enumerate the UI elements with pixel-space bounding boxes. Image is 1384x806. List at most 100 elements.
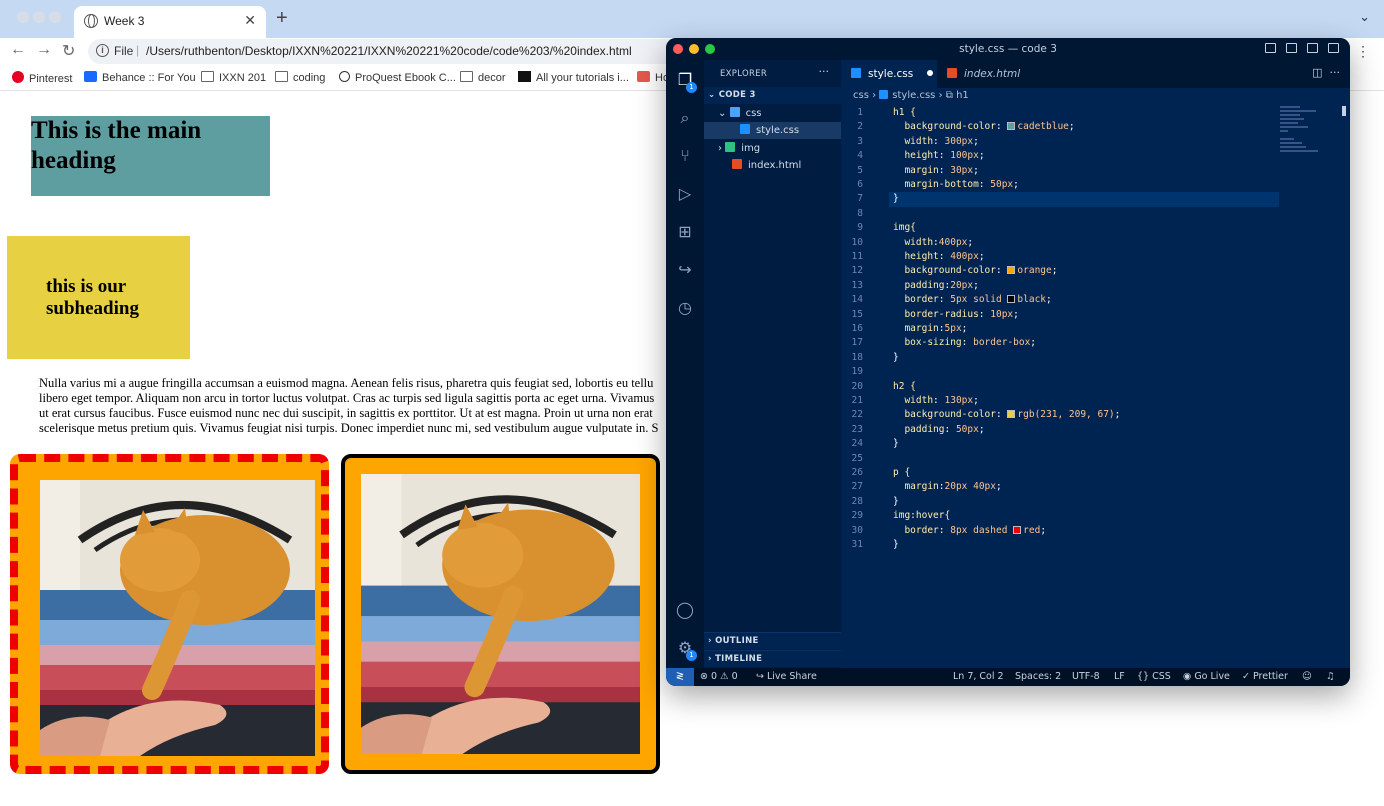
close-window-button[interactable]	[673, 44, 683, 54]
reload-icon[interactable]: ↻	[62, 41, 75, 61]
notifications-bell-icon[interactable]: ♫	[1326, 668, 1335, 686]
code-line: h1 {	[893, 107, 916, 118]
remote-indicator-icon[interactable]: ≷	[666, 668, 694, 686]
color-swatch-icon[interactable]	[1007, 266, 1016, 275]
cursor-position[interactable]: Ln 7, Col 2	[953, 668, 1004, 686]
line-number: 1	[857, 107, 863, 118]
customize-layout-icon[interactable]	[1328, 43, 1339, 53]
end-of-line[interactable]: LF	[1114, 668, 1125, 686]
tree-item-index-html[interactable]: index.html	[704, 157, 841, 174]
code-line: h2 {	[893, 380, 916, 392]
cat-photo-illustration	[361, 474, 640, 754]
folder-icon	[729, 107, 740, 117]
bookmark-coding[interactable]: coding	[275, 71, 325, 84]
image-folder-icon	[725, 142, 736, 152]
url-text[interactable]: /Users/ruthbenton/Desktop/IXXN%20221/IXX…	[146, 44, 632, 58]
account-icon[interactable]: ◯	[675, 600, 695, 620]
go-live-button[interactable]: ◉ Go Live	[1183, 668, 1230, 686]
minimap[interactable]	[1280, 104, 1340, 164]
tree-item-css-folder[interactable]: ⌄ css	[704, 105, 841, 122]
indentation[interactable]: Spaces: 2	[1015, 668, 1061, 686]
live-share-button[interactable]: ↪ Live Share	[756, 668, 817, 686]
live-share-icon[interactable]: ↪	[675, 260, 695, 280]
color-swatch-icon[interactable]	[1007, 410, 1016, 419]
project-section[interactable]: ⌄ CODE 3	[704, 87, 841, 104]
bookmark-ixxn201[interactable]: IXXN 201	[201, 71, 266, 84]
tab-style-css[interactable]: style.css	[841, 60, 937, 88]
problems-indicator[interactable]: ⊗ 0 ⚠ 0	[700, 668, 738, 686]
line-number: 19	[851, 366, 863, 378]
forward-arrow-icon[interactable]: →	[36, 41, 52, 59]
timeline-section[interactable]: › TIMELINE	[704, 650, 841, 667]
live-share-icon: ↪	[756, 671, 767, 682]
line-number: 9	[857, 222, 863, 234]
minimize-window-button[interactable]	[689, 44, 699, 54]
color-swatch-icon[interactable]	[1007, 295, 1016, 304]
bookmark-ho[interactable]: Ho	[637, 71, 669, 84]
unsaved-dot-icon[interactable]	[927, 70, 934, 76]
explorer-more-icon[interactable]: ···	[819, 65, 830, 78]
code-line: box-sizing: border-box;	[893, 337, 1037, 349]
css-file-icon	[740, 124, 750, 134]
tree-item-style-css[interactable]: style.css	[704, 122, 841, 139]
bookmark-proquest[interactable]: ProQuest Ebook C...	[339, 71, 456, 84]
breadcrumb-symbol[interactable]: h1	[956, 90, 969, 101]
close-tab-icon[interactable]: ✕	[244, 12, 256, 29]
code-line: margin-bottom: 50px;	[893, 179, 1019, 190]
color-swatch-icon[interactable]	[1013, 525, 1022, 534]
prettier-button[interactable]: ✓ Prettier	[1242, 668, 1288, 686]
info-icon[interactable]: i	[96, 44, 109, 57]
toggle-secondary-sidebar-icon[interactable]	[1307, 43, 1318, 53]
code-line: margin:20px 40px;	[893, 481, 1002, 493]
color-swatch-icon[interactable]	[1007, 122, 1016, 131]
zoom-window-button[interactable]	[49, 11, 61, 23]
tree-item-img-folder[interactable]: › img	[704, 140, 841, 157]
source-control-icon[interactable]: ⑂	[675, 146, 695, 166]
bookmark-decor[interactable]: decor	[460, 71, 506, 84]
line-number: 10	[851, 236, 863, 248]
more-actions-icon[interactable]: ···	[1330, 66, 1341, 79]
breadcrumb-folder[interactable]: css	[853, 90, 869, 101]
paragraph-line: ut erat cursus faucibus. Fusce euismod n…	[39, 406, 653, 420]
back-arrow-icon[interactable]: ←	[10, 41, 26, 59]
html-file-icon	[947, 68, 957, 78]
settings-badge: 1	[686, 650, 697, 661]
search-icon[interactable]: ⌕	[675, 108, 695, 128]
cat-image[interactable]	[341, 454, 660, 774]
bookmark-tutorials[interactable]: All your tutorials i...	[518, 71, 629, 84]
language-mode[interactable]: {} CSS	[1137, 668, 1171, 686]
line-number: 14	[851, 294, 863, 306]
tab-index-html[interactable]: index.html	[937, 60, 1037, 88]
close-window-button[interactable]	[17, 11, 29, 23]
line-number: 29	[851, 510, 863, 522]
browser-menu-icon[interactable]: ⋮	[1356, 43, 1370, 60]
feedback-icon[interactable]: ☺	[1302, 668, 1312, 686]
timeline-icon[interactable]: ◷	[675, 298, 695, 318]
broadcast-icon: ◉	[1183, 671, 1195, 682]
subheading: this is our subheading	[7, 236, 190, 359]
minimize-window-button[interactable]	[33, 11, 45, 23]
tab-title: Week 3	[104, 14, 145, 28]
outline-section[interactable]: › OUTLINE	[704, 632, 841, 649]
browser-tab[interactable]: Week 3 ✕	[74, 6, 266, 38]
scrollbar-thumb[interactable]	[1342, 106, 1346, 116]
breadcrumb: css › style.css › ⧉ h1	[853, 90, 969, 101]
line-number: 2	[857, 121, 863, 133]
cat-image-hovered[interactable]	[10, 454, 329, 774]
toggle-sidebar-icon[interactable]	[1265, 43, 1276, 53]
code-editor[interactable]: 1 h1 {2 background-color: cadetblue; 3 wid…	[841, 104, 1350, 668]
run-debug-icon[interactable]: ▷	[675, 184, 695, 204]
zoom-window-button[interactable]	[705, 44, 715, 54]
new-tab-button[interactable]: +	[276, 7, 288, 30]
extensions-icon[interactable]: ⊞	[675, 222, 695, 242]
bookmark-behance[interactable]: Behance :: For You	[84, 71, 196, 84]
split-editor-icon[interactable]: ◫	[1312, 66, 1322, 79]
bookmark-pinterest[interactable]: Pinterest	[12, 71, 72, 85]
toggle-panel-icon[interactable]	[1286, 43, 1297, 53]
encoding[interactable]: UTF-8	[1072, 668, 1100, 686]
breadcrumb-file[interactable]: style.css	[892, 90, 935, 101]
globe-icon	[84, 14, 98, 28]
line-number: 4	[857, 150, 863, 162]
tab-search-chevron-icon[interactable]: ⌄	[1359, 9, 1370, 25]
line-number: 23	[851, 423, 863, 435]
